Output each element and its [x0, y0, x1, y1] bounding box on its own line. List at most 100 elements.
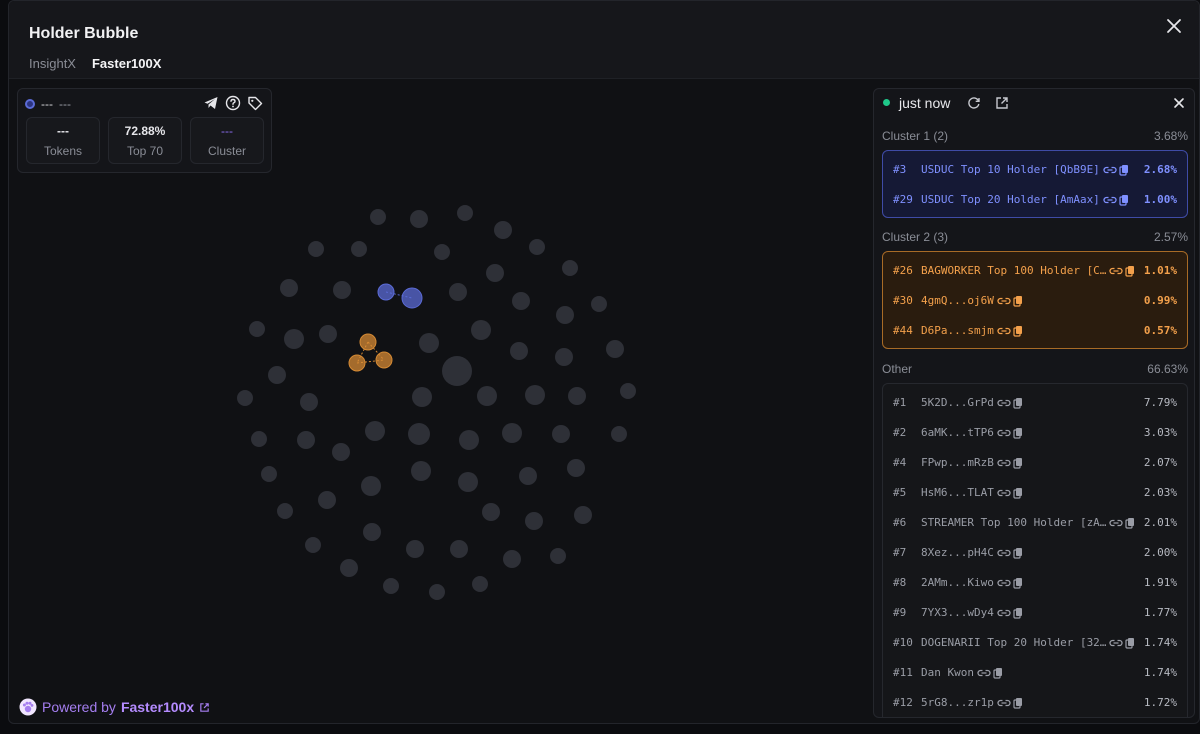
holder-bubble[interactable]: [318, 491, 336, 509]
holder-bubble[interactable]: [412, 387, 432, 407]
holder-bubble[interactable]: [340, 559, 358, 577]
link-icon[interactable]: [1109, 265, 1124, 277]
holder-bubble[interactable]: [450, 540, 468, 558]
holder-bubble[interactable]: [410, 210, 428, 228]
holder-bubble[interactable]: [297, 431, 315, 449]
holder-bubble[interactable]: [363, 523, 381, 541]
holder-bubble[interactable]: [332, 443, 350, 461]
holder-bubble[interactable]: [556, 306, 574, 324]
holder-bubble[interactable]: [442, 356, 472, 386]
holder-row[interactable]: #5 HsM6...TLAT 2.03%: [883, 477, 1187, 507]
holder-bubble[interactable]: [429, 584, 445, 600]
link-icon[interactable]: [997, 487, 1011, 499]
holder-bubble[interactable]: [383, 578, 399, 594]
holder-row[interactable]: #1 5K2D...GrPd 7.79%: [883, 387, 1187, 417]
cluster-1-bubble[interactable]: [377, 283, 395, 301]
copy-icon[interactable]: [1013, 607, 1023, 619]
holder-bubble[interactable]: [503, 550, 521, 568]
copy-icon[interactable]: [1013, 487, 1023, 499]
holder-bubble[interactable]: [486, 264, 504, 282]
holder-bubble[interactable]: [458, 472, 478, 492]
holder-bubble[interactable]: [408, 423, 430, 445]
link-icon[interactable]: [1103, 164, 1117, 176]
open-external-icon[interactable]: [994, 95, 1010, 111]
copy-icon[interactable]: [1013, 427, 1023, 439]
link-icon[interactable]: [997, 607, 1011, 619]
copy-icon[interactable]: [1013, 547, 1023, 559]
holder-bubble[interactable]: [406, 540, 424, 558]
close-icon[interactable]: [1163, 15, 1185, 37]
holder-row[interactable]: #12 5rG8...zr1p 1.72%: [883, 687, 1187, 717]
holder-bubble[interactable]: [550, 548, 566, 564]
holder-bubble[interactable]: [370, 209, 386, 225]
holder-bubble[interactable]: [574, 506, 592, 524]
holder-bubble[interactable]: [472, 576, 488, 592]
link-icon[interactable]: [997, 295, 1011, 307]
holder-bubble[interactable]: [237, 390, 253, 406]
holder-bubble[interactable]: [268, 366, 286, 384]
holder-bubble[interactable]: [567, 459, 585, 477]
link-icon[interactable]: [1109, 517, 1124, 529]
copy-icon[interactable]: [1013, 295, 1023, 307]
holder-bubble[interactable]: [284, 329, 304, 349]
help-icon[interactable]: [225, 95, 241, 111]
holder-row[interactable]: #8 2AMm...Kiwo 1.91%: [883, 567, 1187, 597]
holder-bubble[interactable]: [562, 260, 578, 276]
copy-icon[interactable]: [993, 667, 1003, 679]
holder-row[interactable]: #3 USDUC Top 10 Holder [QbB9E] 2.68%: [883, 154, 1187, 184]
tag-icon[interactable]: [247, 95, 263, 111]
copy-icon[interactable]: [1013, 697, 1023, 709]
copy-icon[interactable]: [1013, 325, 1023, 337]
holder-bubble[interactable]: [591, 296, 607, 312]
holder-bubble[interactable]: [494, 221, 512, 239]
holder-bubble[interactable]: [568, 387, 586, 405]
powered-by-link[interactable]: Powered by Faster100x: [19, 698, 210, 716]
link-icon[interactable]: [997, 325, 1011, 337]
holder-row[interactable]: #30 4gmQ...oj6W 0.99%: [883, 285, 1187, 315]
holder-bubble[interactable]: [529, 239, 545, 255]
link-icon[interactable]: [997, 457, 1011, 469]
holder-bubble[interactable]: [502, 423, 522, 443]
link-icon[interactable]: [1109, 637, 1124, 649]
holder-bubble[interactable]: [261, 466, 277, 482]
copy-icon[interactable]: [1013, 577, 1023, 589]
cluster-1-bubble[interactable]: [401, 287, 423, 309]
holder-bubble[interactable]: [477, 386, 497, 406]
link-icon[interactable]: [997, 577, 1011, 589]
link-icon[interactable]: [997, 397, 1011, 409]
link-icon[interactable]: [1103, 194, 1117, 206]
holder-row[interactable]: #26 BAGWORKER Top 100 Holder [C… 1.01%: [883, 255, 1187, 285]
copy-icon[interactable]: [1125, 517, 1135, 529]
cluster-2-bubble[interactable]: [375, 351, 393, 369]
holder-bubble[interactable]: [611, 426, 627, 442]
holder-bubble[interactable]: [512, 292, 530, 310]
copy-icon[interactable]: [1125, 637, 1135, 649]
holder-bubble[interactable]: [620, 383, 636, 399]
copy-icon[interactable]: [1013, 397, 1023, 409]
copy-icon[interactable]: [1013, 457, 1023, 469]
holder-row[interactable]: #10 DOGENARII Top 20 Holder [32… 1.74%: [883, 627, 1187, 657]
holder-bubble[interactable]: [411, 461, 431, 481]
holder-row[interactable]: #44 D6Pa...smjm 0.57%: [883, 315, 1187, 345]
holder-bubble[interactable]: [251, 431, 267, 447]
holder-bubble[interactable]: [449, 283, 467, 301]
copy-icon[interactable]: [1119, 194, 1129, 206]
holder-bubble[interactable]: [555, 348, 573, 366]
holder-bubble[interactable]: [280, 279, 298, 297]
holder-bubble[interactable]: [525, 385, 545, 405]
holder-bubble[interactable]: [361, 476, 381, 496]
link-icon[interactable]: [997, 697, 1011, 709]
copy-icon[interactable]: [1125, 265, 1135, 277]
holder-bubble[interactable]: [519, 467, 537, 485]
holder-bubble[interactable]: [351, 241, 367, 257]
holder-row[interactable]: #4 FPwp...mRzB 2.07%: [883, 447, 1187, 477]
holder-bubble[interactable]: [471, 320, 491, 340]
holder-bubble[interactable]: [300, 393, 318, 411]
copy-icon[interactable]: [1119, 164, 1129, 176]
telegram-icon[interactable]: [203, 95, 219, 111]
holder-bubble[interactable]: [457, 205, 473, 221]
link-icon[interactable]: [997, 427, 1011, 439]
cluster-2-bubble[interactable]: [359, 333, 377, 351]
holder-row[interactable]: #6 STREAMER Top 100 Holder [zA… 2.01%: [883, 507, 1187, 537]
holder-bubble[interactable]: [319, 325, 337, 343]
